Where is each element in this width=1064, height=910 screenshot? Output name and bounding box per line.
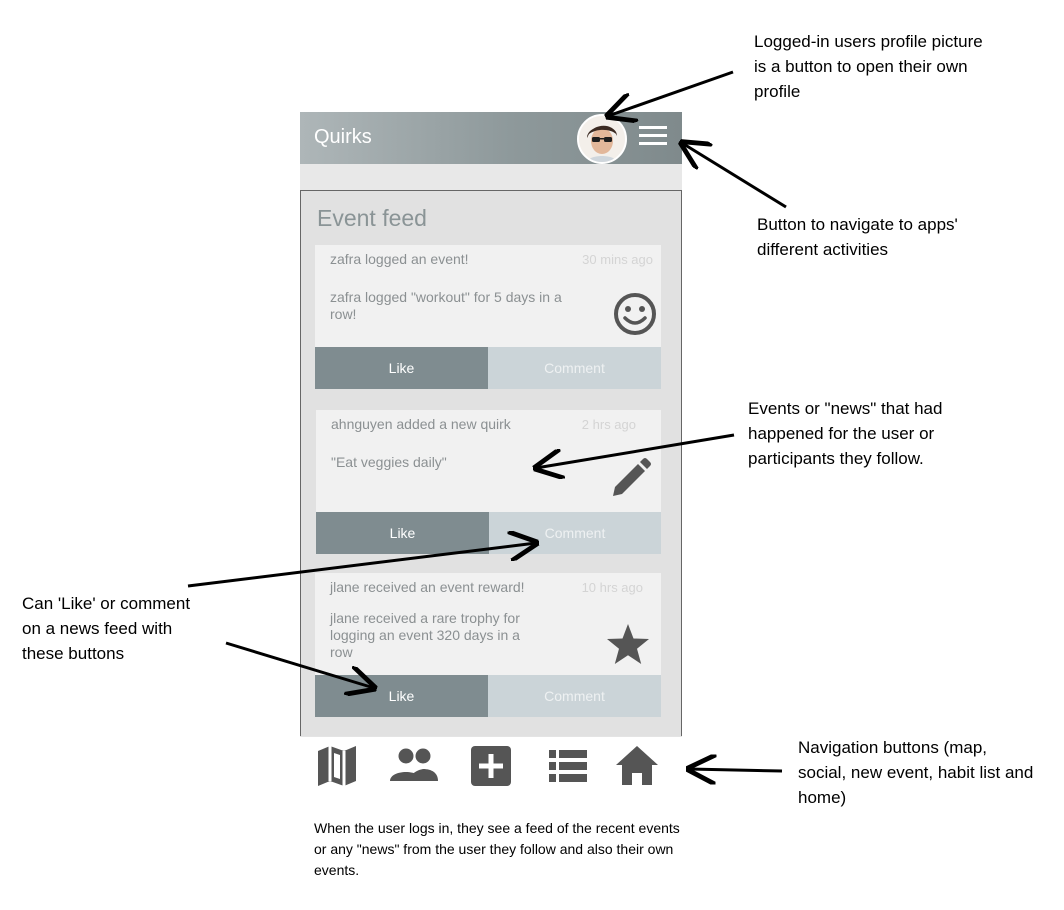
arrow-navigation <box>689 769 783 771</box>
annotation-arrows <box>187 70 787 910</box>
arrow-comment <box>187 543 536 588</box>
arrow-events <box>536 433 735 468</box>
arrow-profile <box>608 70 734 116</box>
arrow-like <box>225 641 374 688</box>
arrow-menu <box>682 143 787 209</box>
